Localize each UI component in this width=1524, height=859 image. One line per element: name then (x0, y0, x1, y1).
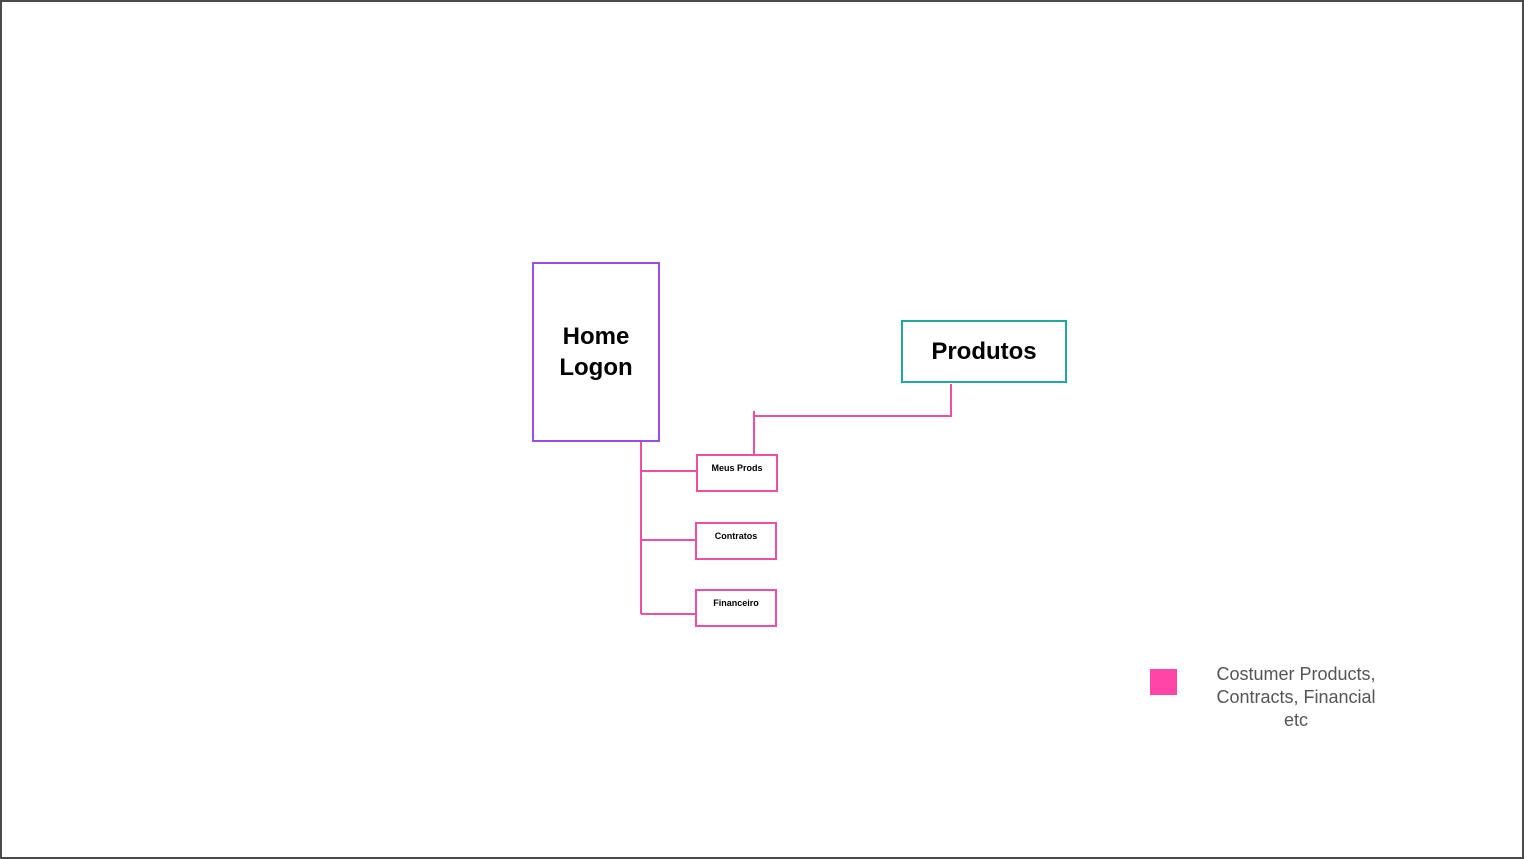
node-financeiro-label: Financeiro (713, 598, 759, 608)
node-produtos-label: Produtos (931, 337, 1037, 365)
node-contratos[interactable]: Contratos (695, 522, 777, 560)
node-meus-prods-label: Meus Prods (711, 463, 763, 473)
legend-line-3: etc (1283, 710, 1308, 730)
node-contratos-label: Contratos (714, 531, 758, 541)
node-produtos[interactable]: Produtos (901, 320, 1067, 383)
node-meus-prods[interactable]: Meus Prods (696, 454, 778, 492)
node-financeiro[interactable]: Financeiro (695, 589, 777, 627)
node-home-logon[interactable]: Home Logon (532, 262, 660, 442)
legend-line-1: Costumer Products, (1216, 664, 1376, 684)
legend-text: Costumer Products, Contracts, Financial … (1196, 663, 1396, 732)
legend-line-2: Contracts, Financial (1216, 687, 1376, 707)
node-home-logon-line1: Home (562, 323, 630, 350)
node-home-logon-line2: Logon (559, 354, 633, 381)
legend-swatch (1150, 669, 1177, 695)
